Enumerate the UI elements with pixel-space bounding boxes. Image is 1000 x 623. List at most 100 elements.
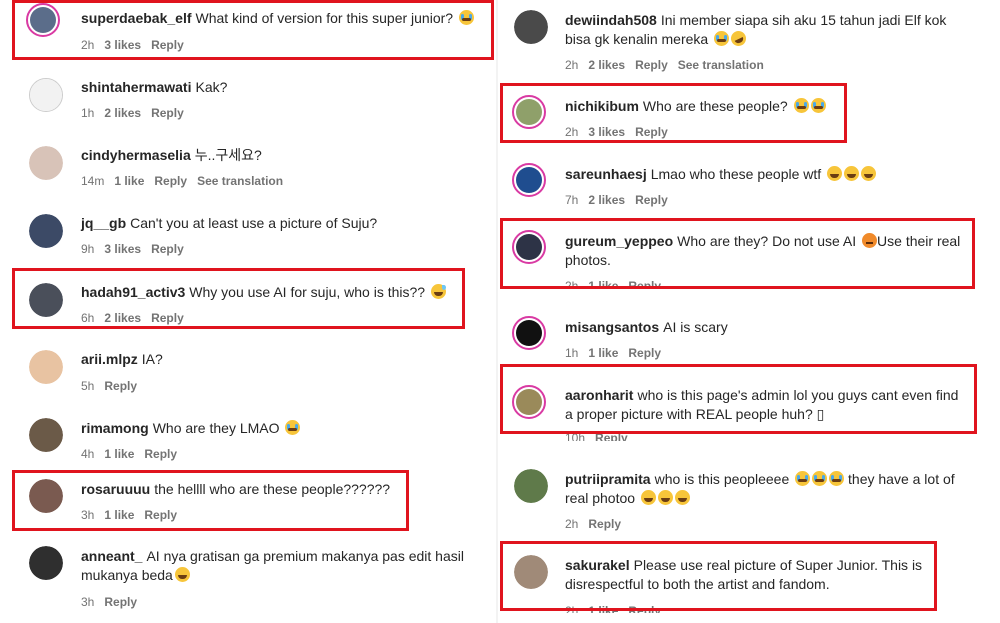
reply-button[interactable]: Reply <box>635 125 668 139</box>
comment-username[interactable]: rimamong <box>81 420 149 436</box>
comment-meta: 2h 3 likes Reply <box>81 38 194 52</box>
sweat-smile-emoji <box>430 284 446 299</box>
comment-text: rimamong Who are they LMAO <box>81 419 491 438</box>
reply-button[interactable]: Reply <box>595 431 628 441</box>
comment-username[interactable]: misangsantos <box>565 319 659 335</box>
rofl-emoji <box>728 28 749 49</box>
see-translation-button[interactable]: See translation <box>678 58 764 72</box>
reply-button[interactable]: Reply <box>151 242 184 256</box>
see-translation-button[interactable]: See translation <box>197 174 283 188</box>
comment-username[interactable]: cindyhermaselia <box>81 147 191 163</box>
laugh-emoji <box>674 490 690 505</box>
avatar[interactable] <box>29 418 63 452</box>
reply-button[interactable]: Reply <box>628 604 661 613</box>
comment-username[interactable]: putriipramita <box>565 471 651 487</box>
comment-likes[interactable]: 1 like <box>114 174 144 188</box>
reply-button[interactable]: Reply <box>104 595 137 609</box>
comment-username[interactable]: aaronharit <box>565 387 633 403</box>
avatar[interactable] <box>514 10 548 44</box>
comment-username[interactable]: shintahermawati <box>81 79 191 95</box>
comment-meta: 1h 1 like Reply <box>565 346 671 360</box>
comment-likes[interactable]: 1 like <box>104 508 134 522</box>
comment-meta: 2h 1 like Reply <box>565 604 671 613</box>
comment-username[interactable]: jq__gb <box>81 215 126 231</box>
avatar[interactable] <box>26 3 60 37</box>
reply-button[interactable]: Reply <box>635 58 668 72</box>
laugh-emoji <box>657 490 673 505</box>
comment-username[interactable]: sareunhaesj <box>565 166 647 182</box>
reply-button[interactable]: Reply <box>151 311 184 325</box>
reply-button[interactable]: Reply <box>151 106 184 120</box>
avatar[interactable] <box>29 546 63 580</box>
avatar[interactable] <box>512 316 546 350</box>
comment-likes[interactable]: 2 likes <box>104 311 141 325</box>
comment-likes[interactable]: 3 likes <box>104 242 141 256</box>
avatar[interactable] <box>514 555 548 589</box>
comment-text: dewiindah508 Ini member siapa sih aku 15 … <box>565 12 947 49</box>
avatar[interactable] <box>29 146 63 180</box>
comment-time: 5h <box>81 379 95 393</box>
comment-meta: 9h 3 likes Reply <box>81 242 194 256</box>
avatar[interactable] <box>512 385 546 419</box>
avatar[interactable] <box>29 350 63 384</box>
avatar[interactable] <box>29 214 63 248</box>
comment-time: 3h <box>81 508 95 522</box>
reply-button[interactable]: Reply <box>104 379 137 393</box>
comment-time: 2h <box>565 58 579 72</box>
avatar[interactable] <box>512 230 546 264</box>
laugh-emoji <box>827 166 843 181</box>
comment-likes[interactable]: 1 like <box>588 604 618 613</box>
comment-username[interactable]: nichikibum <box>565 98 639 114</box>
avatar[interactable] <box>29 283 63 317</box>
comment-username[interactable]: sakurakel <box>565 557 630 573</box>
reply-button[interactable]: Reply <box>628 279 661 287</box>
comment-likes[interactable]: 2 likes <box>588 58 625 72</box>
cry-emoji <box>829 471 845 486</box>
cry-emoji <box>458 10 474 25</box>
comment-text: anneant_ AI nya gratisan ga premium makan… <box>81 548 464 583</box>
avatar[interactable] <box>512 163 546 197</box>
comment-username[interactable]: dewiindah508 <box>565 12 657 28</box>
comment-likes[interactable]: 3 likes <box>588 125 625 139</box>
comment-likes[interactable]: 2 likes <box>104 106 141 120</box>
comment-likes[interactable]: 1 like <box>588 346 618 360</box>
comment-time: 1h <box>565 346 579 360</box>
reply-button[interactable]: Reply <box>144 508 177 522</box>
avatar[interactable] <box>514 469 548 503</box>
comment-username[interactable]: hadah91_activ3 <box>81 284 185 300</box>
comment-meta: 3h Reply <box>81 595 147 609</box>
comment-text: superdaebak_elf What kind of version for … <box>81 9 491 28</box>
comment-text: rosaruuuu the hellll who are these people… <box>81 481 391 497</box>
reply-button[interactable]: Reply <box>154 174 187 188</box>
comment-likes[interactable]: 1 like <box>588 279 618 287</box>
avatar[interactable] <box>29 479 63 513</box>
comment-username[interactable]: arii.mlpz <box>81 351 138 367</box>
cry-emoji <box>812 471 828 486</box>
reply-button[interactable]: Reply <box>635 193 668 207</box>
laugh-emoji <box>174 567 190 582</box>
reply-button[interactable]: Reply <box>151 38 184 52</box>
reply-button[interactable]: Reply <box>144 447 177 461</box>
comment-text: sakurakel Please use real picture of Supe… <box>565 557 923 592</box>
comment-likes[interactable]: 3 likes <box>104 38 141 52</box>
reply-button[interactable]: Reply <box>628 346 661 360</box>
cry-emoji <box>285 420 301 435</box>
cry-emoji <box>810 98 826 113</box>
reply-button[interactable]: Reply <box>588 517 621 531</box>
avatar[interactable] <box>512 95 546 129</box>
angry-emoji <box>862 233 878 248</box>
comment-meta: 1h 2 likes Reply <box>81 106 194 120</box>
comment-meta: 2h 3 likes Reply <box>565 125 678 139</box>
comment-time: 2h <box>565 125 579 139</box>
comment-meta: 7h 2 likes Reply <box>565 193 678 207</box>
comment-likes[interactable]: 1 like <box>104 447 134 461</box>
comment-username[interactable]: gureum_yeppeo <box>565 233 673 249</box>
comment-text: sareunhaesj Lmao who these people wtf <box>565 165 965 184</box>
avatar[interactable] <box>29 78 63 112</box>
comment-username[interactable]: rosaruuuu <box>81 481 150 497</box>
comment-text: nichikibum Who are these people? <box>565 97 965 116</box>
comment-likes[interactable]: 2 likes <box>588 193 625 207</box>
comment-username[interactable]: superdaebak_elf <box>81 10 192 26</box>
comment-username[interactable]: anneant_ <box>81 548 142 564</box>
comment-meta: 2h Reply <box>565 517 631 531</box>
